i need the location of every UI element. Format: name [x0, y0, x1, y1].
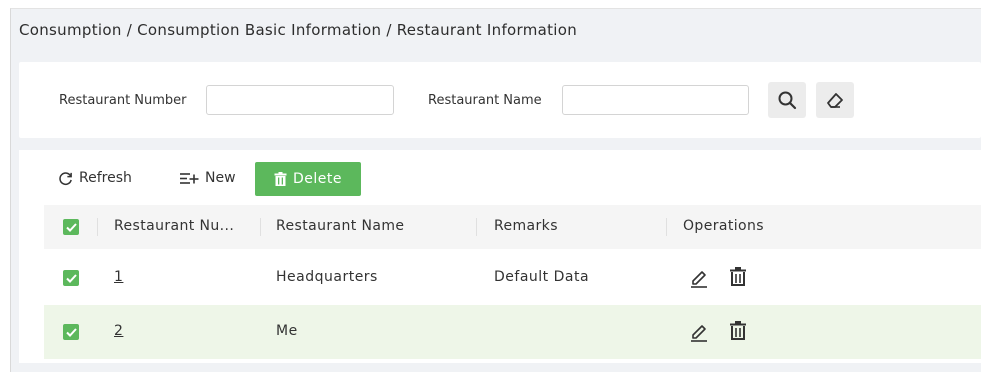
restaurant-number-link[interactable]: 1: [114, 269, 123, 285]
edit-icon[interactable]: [688, 266, 710, 288]
search-icon: [778, 91, 797, 110]
refresh-button[interactable]: Refresh: [58, 170, 132, 186]
delete-row-icon[interactable]: [727, 320, 749, 342]
select-all-checkbox[interactable]: [63, 219, 79, 235]
check-icon: [65, 327, 77, 337]
row-checkbox[interactable]: [63, 324, 79, 340]
edit-icon[interactable]: [688, 320, 710, 342]
restaurant-number-label: Restaurant Number: [59, 93, 187, 108]
eraser-icon: [827, 93, 843, 108]
remarks-cell: Default Data: [494, 269, 590, 285]
column-header-operations: Operations: [683, 218, 764, 234]
trash-icon: [274, 172, 287, 186]
table-panel: Refresh New Delete Restaurant Nu... Rest…: [19, 150, 981, 363]
column-divider: [97, 218, 98, 236]
check-icon: [65, 273, 77, 283]
restaurant-name-cell: Headquarters: [276, 269, 378, 285]
breadcrumb: Consumption / Consumption Basic Informat…: [19, 21, 578, 39]
new-label: New: [205, 170, 236, 186]
restaurant-number-input[interactable]: [206, 85, 394, 115]
refresh-icon: [59, 171, 72, 185]
delete-button[interactable]: Delete: [255, 162, 361, 196]
search-panel: Restaurant Number Restaurant Name: [19, 62, 981, 138]
column-divider: [666, 218, 667, 236]
restaurant-name-label: Restaurant Name: [428, 93, 542, 108]
search-button[interactable]: [768, 82, 806, 118]
table-row[interactable]: 1 Headquarters Default Data: [44, 251, 981, 305]
refresh-label: Refresh: [79, 170, 132, 186]
delete-label: Delete: [293, 171, 342, 187]
table-header: Restaurant Nu... Restaurant Name Remarks…: [44, 205, 981, 249]
restaurant-name-cell: Me: [276, 323, 298, 339]
column-header-restaurant-name[interactable]: Restaurant Name: [276, 218, 404, 234]
column-divider: [260, 218, 261, 236]
column-divider: [476, 218, 477, 236]
row-checkbox[interactable]: [63, 270, 79, 286]
check-icon: [65, 222, 77, 232]
column-header-restaurant-number[interactable]: Restaurant Nu...: [114, 218, 234, 234]
restaurant-name-input[interactable]: [562, 85, 749, 115]
column-header-remarks[interactable]: Remarks: [494, 218, 558, 234]
table-row[interactable]: 2 Me: [44, 305, 981, 359]
clear-button[interactable]: [816, 82, 854, 118]
add-list-icon: [180, 172, 199, 184]
restaurant-number-link[interactable]: 2: [114, 323, 123, 339]
new-button[interactable]: New: [179, 170, 236, 186]
delete-row-icon[interactable]: [727, 266, 749, 288]
